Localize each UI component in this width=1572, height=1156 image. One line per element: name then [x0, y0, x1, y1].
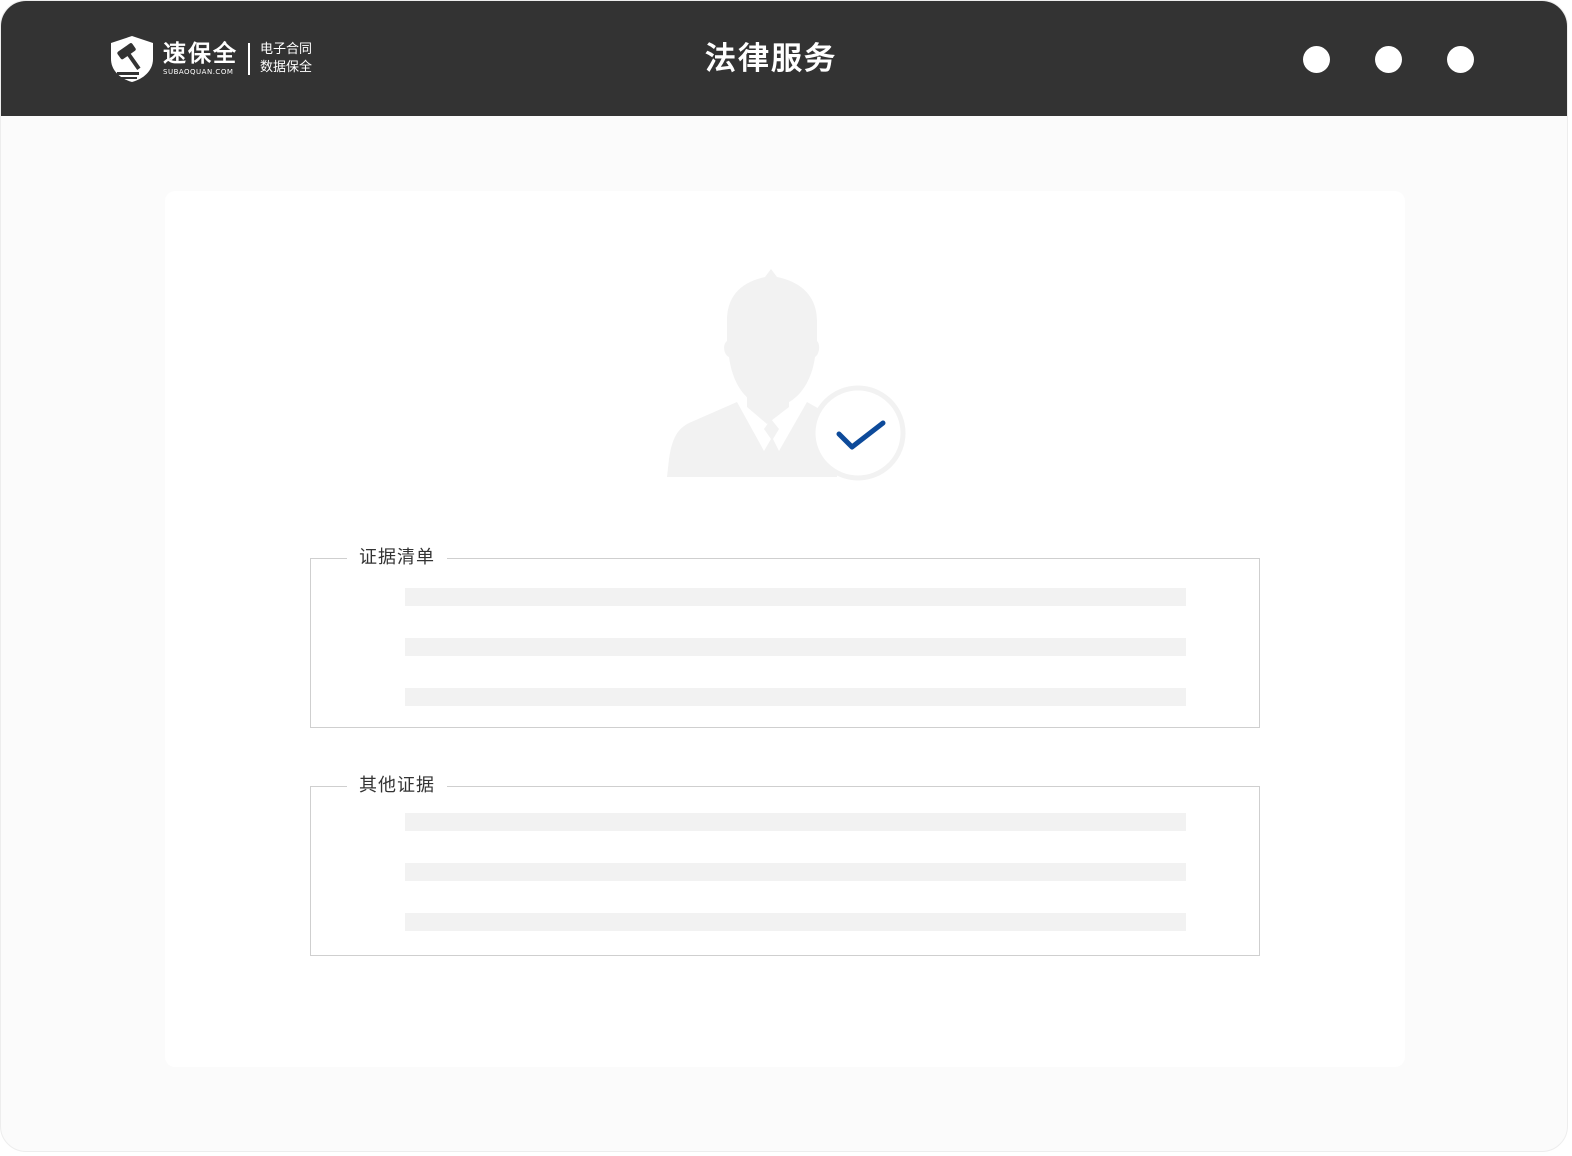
placeholder-line	[405, 688, 1186, 706]
placeholder-line	[405, 813, 1186, 831]
section-label-evidence-list: 证据清单	[347, 545, 447, 571]
placeholder-line	[405, 913, 1186, 931]
title-bar: 速保全 SUBAOQUAN.COM 电子合同 数据保全 法律服务	[1, 1, 1567, 116]
app-window: 速保全 SUBAOQUAN.COM 电子合同 数据保全 法律服务 证据清单 其他…	[0, 0, 1568, 1152]
placeholder-line	[405, 588, 1186, 606]
section-label-other-evidence: 其他证据	[347, 773, 447, 799]
window-control-2[interactable]	[1375, 46, 1402, 73]
window-control-1[interactable]	[1303, 46, 1330, 73]
other-evidence-section: 其他证据	[310, 773, 1260, 956]
evidence-list-section: 证据清单	[310, 545, 1260, 728]
window-control-3[interactable]	[1447, 46, 1474, 73]
placeholder-line	[405, 638, 1186, 656]
verified-user-icon	[667, 269, 906, 481]
placeholder-line	[405, 863, 1186, 881]
content-card: 证据清单 其他证据	[165, 191, 1405, 1067]
